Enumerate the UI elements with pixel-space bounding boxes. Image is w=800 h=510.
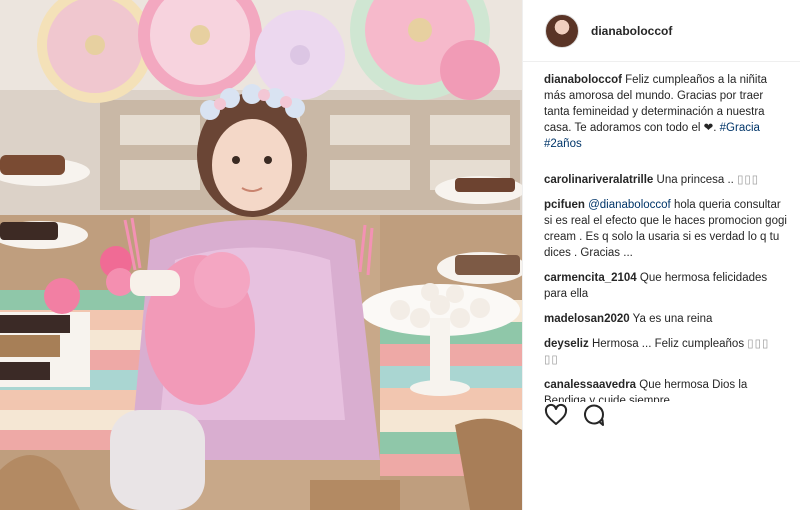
post-caption: dianaboloccof Feliz cumpleaños a la niñi…	[544, 72, 788, 152]
comment-username[interactable]: deyseliz	[544, 338, 589, 350]
post-panel: dianaboloccof dianaboloccof Feliz cumple…	[522, 0, 800, 510]
comments-list: dianaboloccof Feliz cumpleaños a la niñi…	[523, 62, 800, 402]
avatar[interactable]	[545, 13, 579, 48]
photo-illustration	[0, 0, 522, 510]
header-username[interactable]: dianaboloccof	[591, 24, 672, 38]
comment-item: madelosan2020 Ya es una reina	[544, 311, 788, 327]
comment-text: Una princesa ..	[656, 174, 734, 186]
comment-text: Ya es una reina	[632, 313, 713, 325]
comment-item: carmencita_2104 Que hermosa felicidades …	[544, 270, 788, 302]
comment-username[interactable]: carolinariveralatrille	[544, 174, 653, 186]
post-actions	[544, 403, 606, 427]
comment-username[interactable]: pcifuen	[544, 199, 585, 211]
comment-username[interactable]: carmencita_2104	[544, 272, 637, 284]
hashtag-link[interactable]: #2años	[544, 138, 582, 150]
post-header: dianaboloccof	[523, 0, 800, 62]
comment-item: pcifuen @dianaboloccof hola queria consu…	[544, 197, 788, 261]
comment-emoji: ▯▯▯	[737, 174, 760, 186]
hashtag-link[interactable]: #Gracia	[720, 122, 760, 134]
comment-bubble-icon-svg	[584, 404, 605, 426]
heart-icon[interactable]	[544, 403, 568, 427]
comment-text: Hermosa ... Feliz cumpleaños	[591, 338, 745, 350]
comment-username[interactable]: canalessaavedra	[544, 379, 636, 391]
comment-item: canalessaavedra Que hermosa Dios la Bend…	[544, 377, 788, 402]
post-photo[interactable]	[0, 0, 522, 510]
comment-username[interactable]: madelosan2020	[544, 313, 630, 325]
heart-icon-svg	[544, 403, 568, 425]
mention-link[interactable]: @dianaboloccof	[588, 199, 671, 211]
comment-item: deyseliz Hermosa ... Feliz cumpleaños ▯▯…	[544, 336, 788, 368]
comment-item: carolinariveralatrille Una princesa .. ▯…	[544, 172, 788, 188]
comment-bubble-icon[interactable]	[582, 403, 606, 427]
caption-username[interactable]: dianaboloccof	[544, 74, 622, 86]
